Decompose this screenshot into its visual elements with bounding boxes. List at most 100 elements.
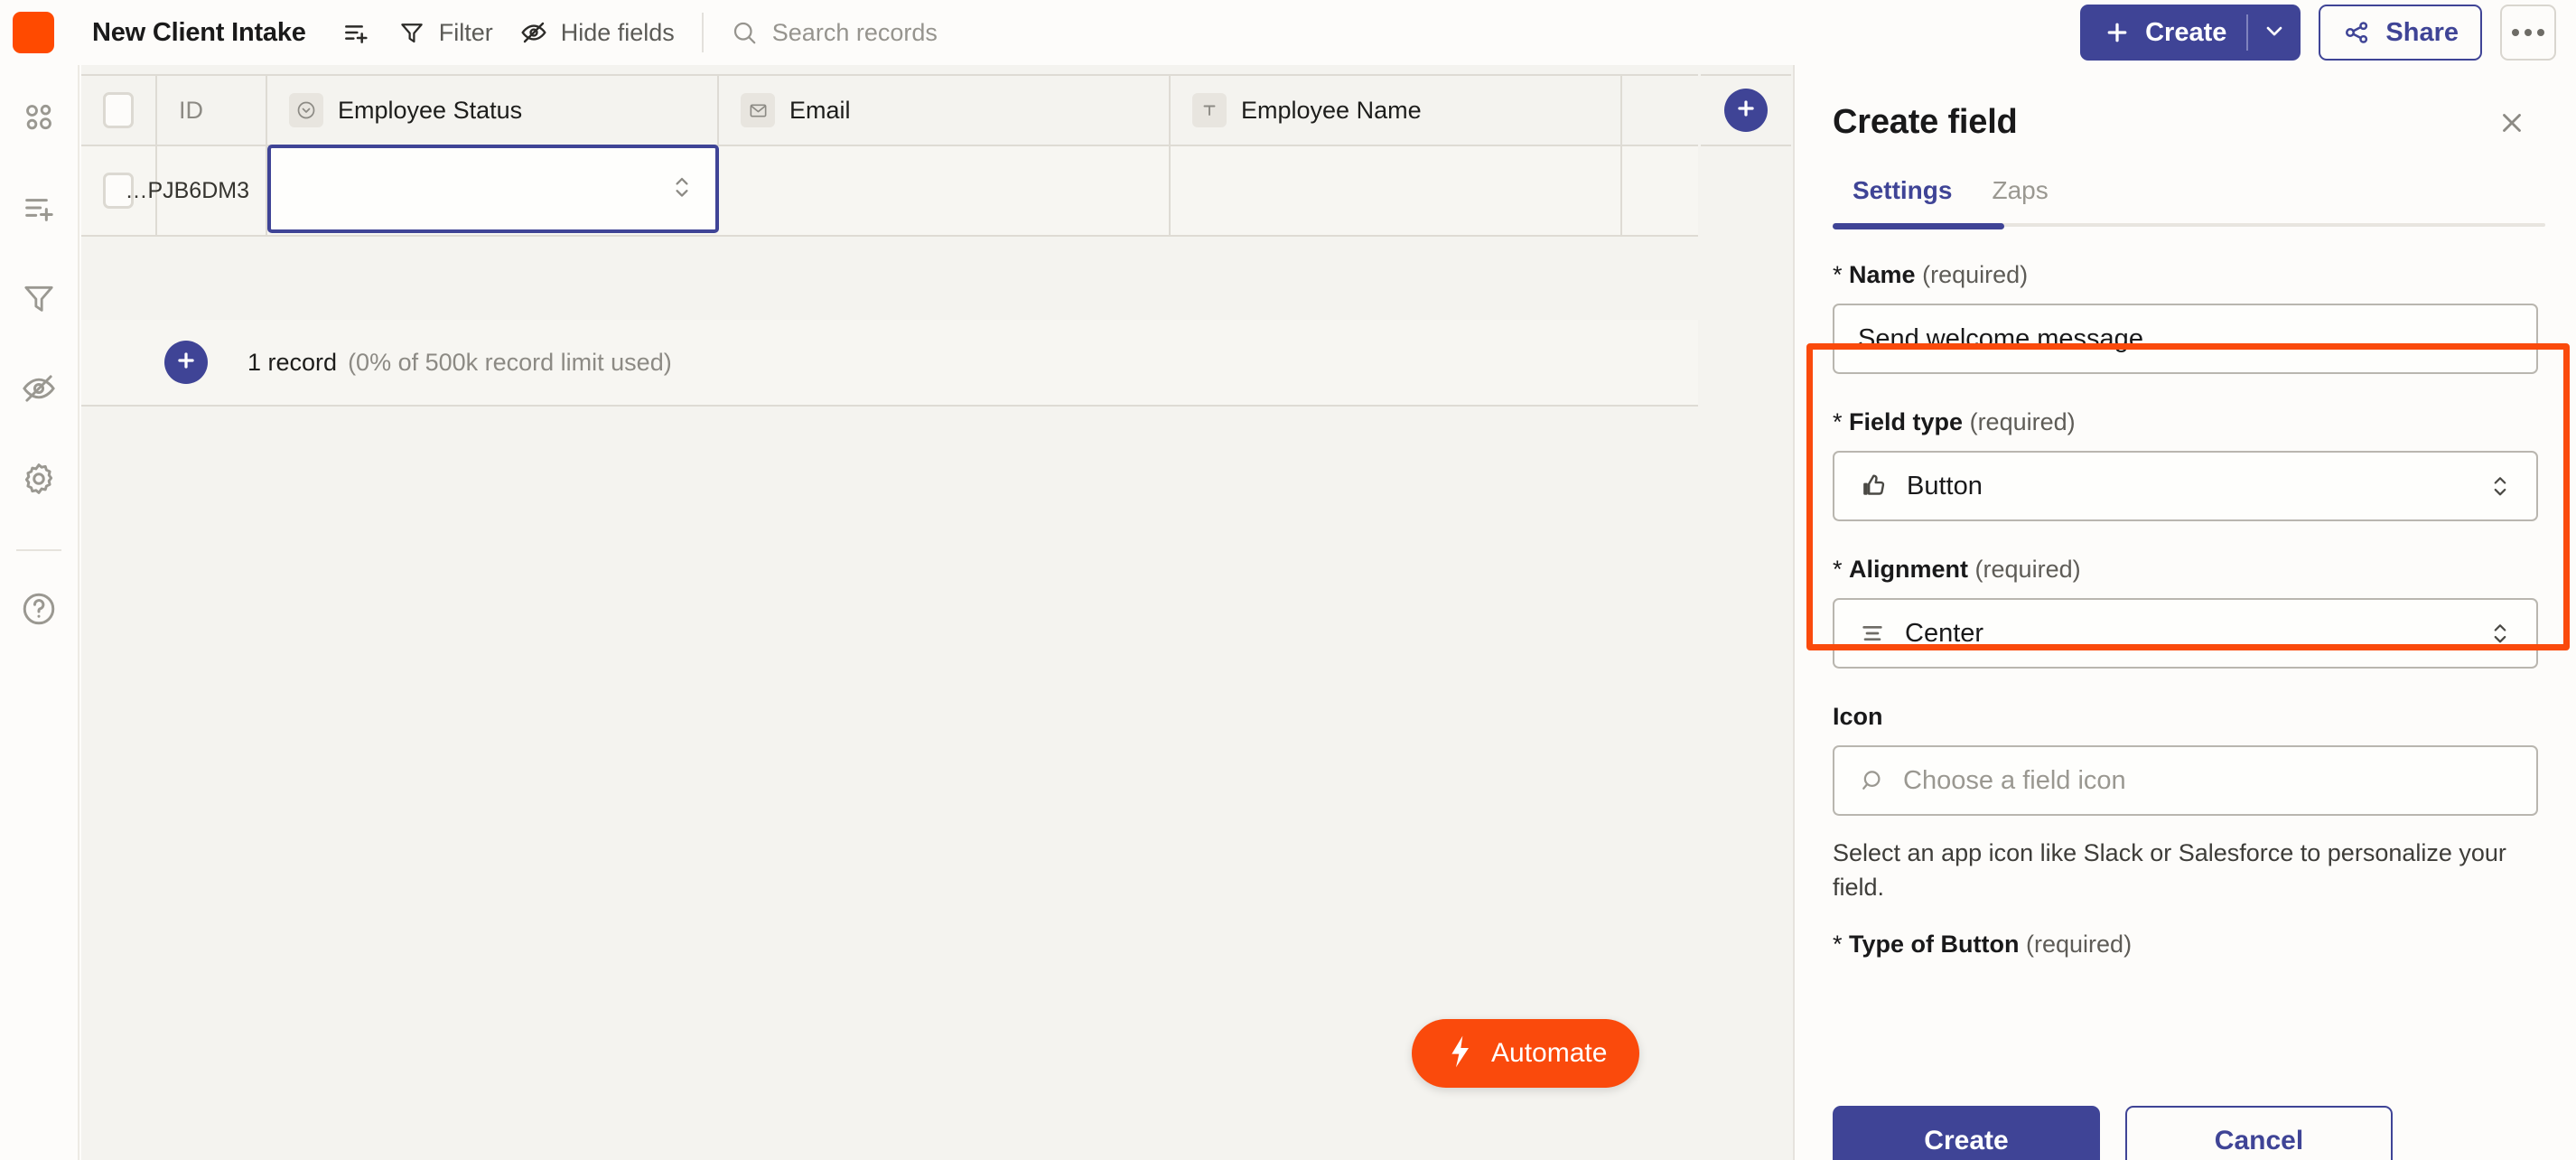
- type-of-button-label: * Type of Button (required): [1833, 931, 2538, 959]
- close-icon[interactable]: [2493, 104, 2531, 142]
- selected-cell-editor[interactable]: [267, 145, 719, 233]
- field-type-label-text: Field type: [1849, 408, 1964, 435]
- hide-fields-label: Hide fields: [560, 18, 675, 46]
- panel-title: Create field: [1833, 103, 2018, 141]
- share-nodes-icon: [2342, 17, 2373, 48]
- add-field-column-button-wrap: [1701, 74, 1791, 146]
- panel-action-buttons: Create Cancel: [1833, 1106, 2393, 1160]
- panel-tabs: Settings Zaps: [1795, 176, 2576, 229]
- name-label-text: Name: [1849, 261, 1916, 288]
- create-field-submit-label: Create: [1924, 1126, 2009, 1155]
- plus-icon: [2102, 17, 2133, 48]
- sidebar-item-hide-fields[interactable]: [12, 363, 66, 417]
- chevron-up-down-icon[interactable]: [2487, 470, 2513, 502]
- column-header-employee-status-label: Employee Status: [338, 96, 523, 124]
- form-gap: [1833, 669, 2538, 703]
- icon-label-text: Icon: [1833, 703, 1883, 730]
- column-header-id-label: ID: [179, 96, 203, 124]
- alignment-select[interactable]: Center: [1833, 598, 2538, 669]
- plus-icon: [1734, 97, 1758, 125]
- table-row: …PJB6DM3: [81, 145, 1698, 237]
- sidebar-divider: [16, 549, 61, 551]
- cell-employee-status[interactable]: [267, 145, 719, 235]
- cancel-button[interactable]: Cancel: [2125, 1106, 2393, 1160]
- create-field-submit-button[interactable]: Create: [1833, 1106, 2100, 1160]
- share-nodes-icon: [21, 99, 57, 140]
- more-options-button[interactable]: [2500, 5, 2556, 61]
- name-input[interactable]: Send welcome message: [1833, 304, 2538, 374]
- workbook-title: New Client Intake: [92, 17, 306, 47]
- grid-header-row: ID Employee Status Email Employee Name: [81, 74, 1698, 146]
- search-records-input[interactable]: Search records: [718, 8, 948, 57]
- add-record-button[interactable]: [164, 341, 208, 384]
- top-toolbar: New Client Intake Filter Hide fields Sea…: [0, 0, 2576, 65]
- create-field-form: * Name (required) Send welcome message *…: [1795, 261, 2576, 959]
- icon-picker-placeholder: Choose a field icon: [1903, 765, 2126, 795]
- column-header-employee-status[interactable]: Employee Status: [267, 76, 719, 145]
- eye-off-icon: [20, 370, 58, 412]
- sidebar-item-filter[interactable]: [12, 273, 66, 327]
- align-center-icon: [1858, 619, 1887, 648]
- alignment-label-text: Alignment: [1849, 556, 1969, 583]
- cell-employee-name[interactable]: [1171, 146, 1622, 235]
- sidebar-item-help[interactable]: [12, 584, 66, 638]
- search-icon: [729, 17, 760, 48]
- cell-email[interactable]: [719, 146, 1171, 235]
- add-field-button[interactable]: [328, 8, 384, 57]
- share-button[interactable]: Share: [2319, 5, 2482, 61]
- chevron-up-down-icon[interactable]: [668, 171, 695, 208]
- form-gap: [1833, 905, 2538, 931]
- column-header-email-label: Email: [789, 96, 851, 124]
- create-button-main[interactable]: Create: [2080, 5, 2246, 61]
- grid-footer-row: 1 record (0% of 500k record limit used): [81, 320, 1698, 407]
- column-header-employee-name[interactable]: Employee Name: [1171, 76, 1622, 145]
- automate-button[interactable]: Automate: [1412, 1019, 1640, 1088]
- field-type-value: Button: [1907, 471, 1983, 500]
- chevron-up-down-icon[interactable]: [2487, 617, 2513, 650]
- filter-icon: [21, 280, 57, 321]
- toolbar-divider: [701, 13, 704, 52]
- ellipsis-icon: [2512, 29, 2544, 36]
- add-field-column-button[interactable]: [1724, 89, 1768, 132]
- app-root: New Client Intake Filter Hide fields Sea…: [0, 0, 2576, 1160]
- field-type-label: * Field type (required): [1833, 408, 2538, 436]
- dropdown-field-icon: [289, 93, 323, 127]
- select-all-header[interactable]: [81, 76, 157, 145]
- automate-label: Automate: [1491, 1038, 1608, 1068]
- filter-button[interactable]: Filter: [384, 8, 506, 57]
- type-of-button-label-text: Type of Button: [1849, 930, 2020, 958]
- add-row-icon: [21, 190, 57, 230]
- tab-zaps[interactable]: Zaps: [1972, 176, 2067, 223]
- create-dropdown-toggle[interactable]: [2248, 5, 2301, 61]
- add-row-icon: [341, 17, 371, 48]
- column-header-employee-name-label: Employee Name: [1241, 96, 1422, 124]
- column-header-id[interactable]: ID: [157, 76, 267, 145]
- left-sidebar: [0, 65, 79, 1160]
- column-header-email[interactable]: Email: [719, 76, 1171, 145]
- question-circle-icon: [20, 590, 58, 632]
- create-button[interactable]: Create: [2080, 5, 2301, 61]
- alignment-label: * Alignment (required): [1833, 556, 2538, 584]
- field-type-required-star: *: [1833, 408, 1843, 435]
- checkbox-icon[interactable]: [103, 92, 134, 128]
- thumbs-up-icon: [1858, 471, 1889, 501]
- zapier-logo-square-icon[interactable]: [13, 12, 54, 53]
- lightning-bolt-icon: [1444, 1034, 1475, 1074]
- cell-id[interactable]: …PJB6DM3: [125, 146, 267, 235]
- field-type-select[interactable]: Button: [1833, 451, 2538, 521]
- sidebar-item-connections[interactable]: [12, 92, 66, 146]
- filter-icon: [397, 17, 427, 48]
- cell-id-value: …PJB6DM3: [125, 177, 249, 203]
- hide-fields-button[interactable]: Hide fields: [506, 8, 687, 57]
- alignment-required-hint: (required): [1974, 556, 2081, 583]
- tab-active-underline: [1833, 223, 2004, 229]
- text-field-icon: [1192, 93, 1227, 127]
- sidebar-item-settings[interactable]: [12, 454, 66, 508]
- icon-picker-input[interactable]: Choose a field icon: [1833, 745, 2538, 816]
- name-input-value: Send welcome message: [1858, 323, 2143, 353]
- icon-field-label: Icon: [1833, 703, 2538, 731]
- sidebar-item-add-field[interactable]: [12, 182, 66, 237]
- name-field-label: * Name (required): [1833, 261, 2538, 289]
- tab-settings[interactable]: Settings: [1833, 176, 1972, 223]
- alignment-value: Center: [1905, 618, 1984, 648]
